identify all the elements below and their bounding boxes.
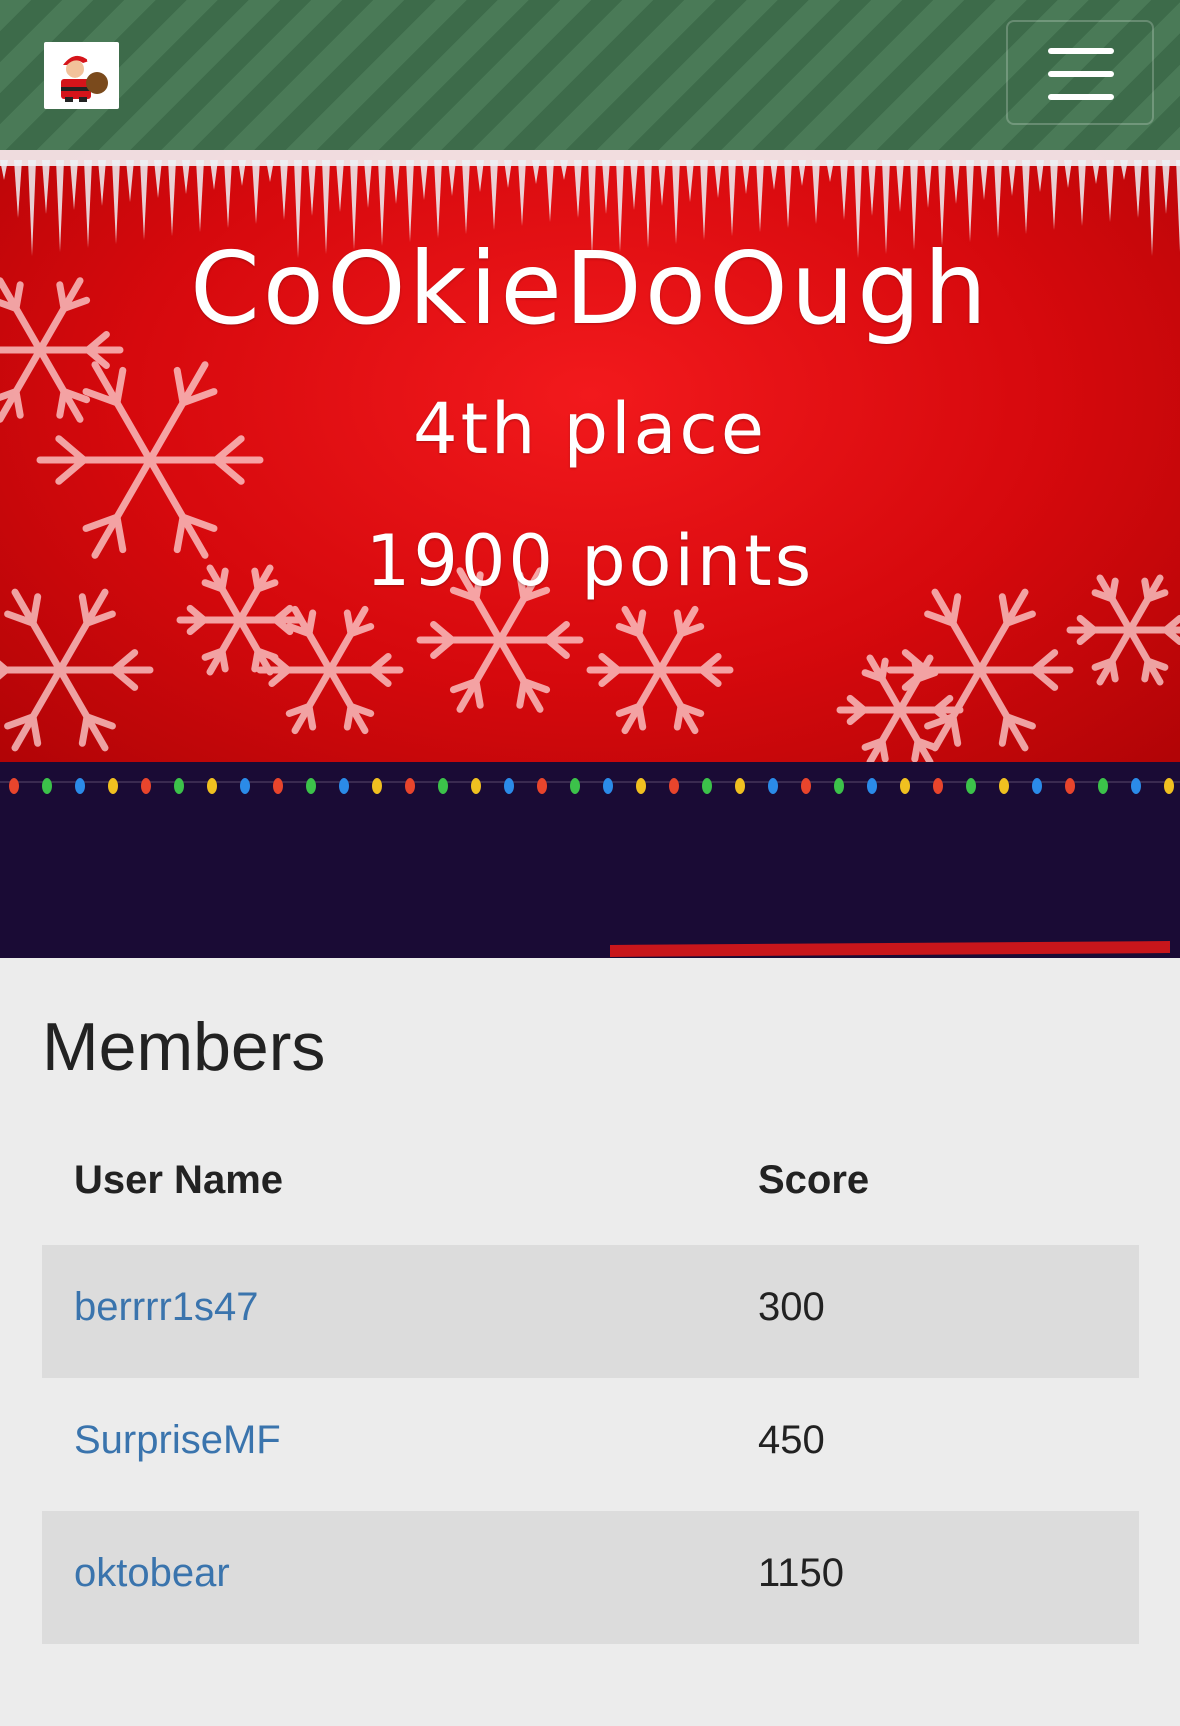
member-link[interactable]: oktobear <box>74 1551 230 1596</box>
christmas-lights-strip <box>0 762 1180 958</box>
team-place: 4th place <box>413 388 767 470</box>
member-score: 450 <box>758 1418 825 1462</box>
site-logo[interactable] <box>44 42 119 109</box>
members-section: Members User Name Score berrrr1s47 300 S… <box>0 958 1180 1726</box>
menu-toggle-button[interactable] <box>1006 20 1154 125</box>
member-link[interactable]: SurpriseMF <box>74 1418 281 1463</box>
member-link[interactable]: berrrr1s47 <box>74 1285 259 1330</box>
team-name: CoOkieDoOugh <box>189 230 991 347</box>
team-points: 1900 points <box>365 520 815 602</box>
member-score: 300 <box>758 1285 825 1329</box>
table-row: berrrr1s47 300 <box>42 1245 1139 1378</box>
team-banner: CoOkieDoOugh 4th place 1900 points <box>0 150 1180 762</box>
column-header-user-name: User Name <box>74 1158 284 1202</box>
table-row: oktobear 1150 <box>42 1511 1139 1644</box>
top-navbar <box>0 0 1180 150</box>
column-header-score: Score <box>758 1158 870 1202</box>
string-lights-icon <box>0 778 1180 794</box>
santa-icon <box>60 55 108 102</box>
table-row: SurpriseMF 450 <box>42 1378 1139 1511</box>
member-score: 1150 <box>758 1551 845 1595</box>
members-heading: Members <box>42 1009 326 1085</box>
team-page: CoOkieDoOugh 4th place 1900 points Membe… <box>0 0 1180 1726</box>
